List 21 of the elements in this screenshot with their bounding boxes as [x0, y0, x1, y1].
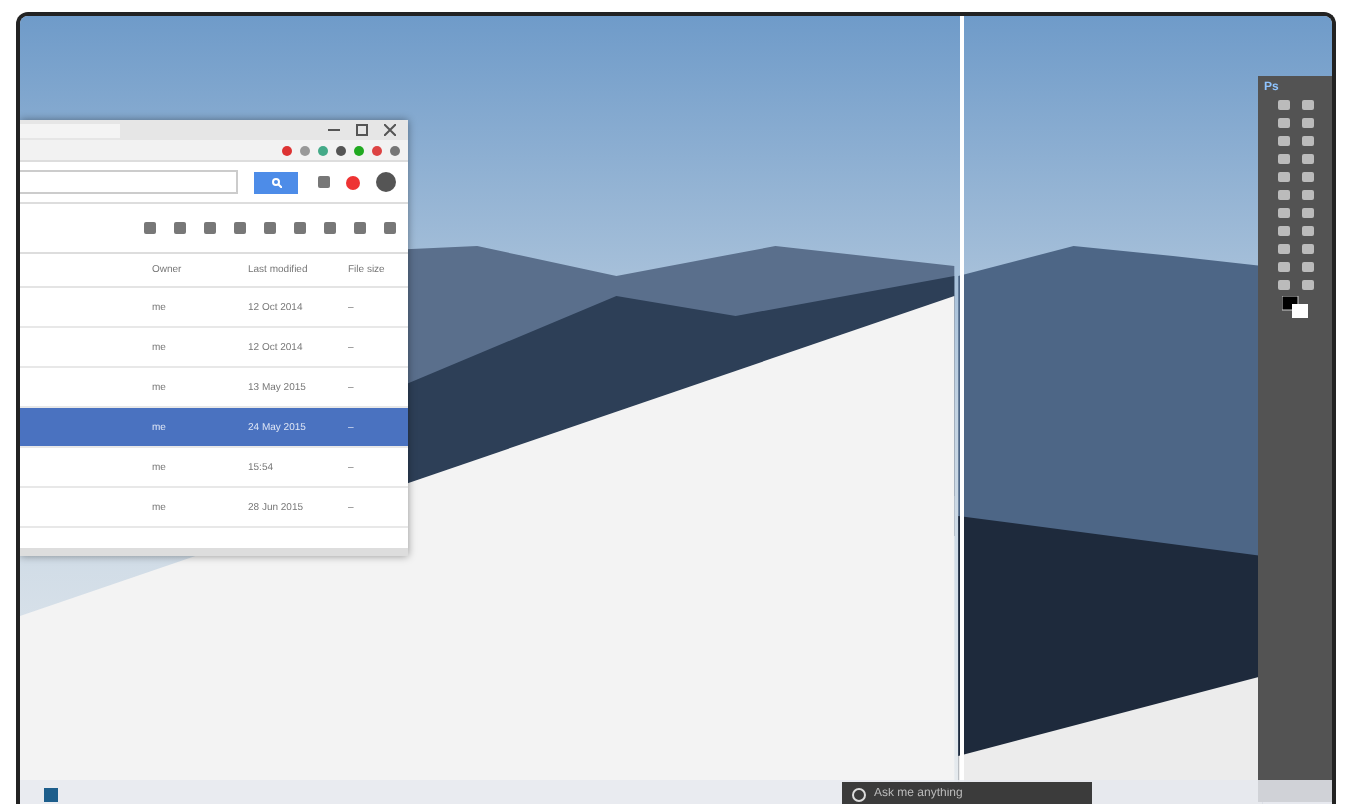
avatar-icon[interactable]: [376, 172, 396, 192]
toolbar-icon[interactable]: [384, 222, 396, 234]
maximize-icon[interactable]: [356, 124, 368, 136]
toolbar-icon[interactable]: [174, 222, 186, 234]
search-field[interactable]: [20, 170, 238, 194]
search-icon: [271, 177, 281, 187]
toolbar-icon[interactable]: [144, 222, 156, 234]
toolbar-icon[interactable]: [324, 222, 336, 234]
toolbar-icon[interactable]: [264, 222, 276, 234]
toolbar-icon[interactable]: [204, 222, 216, 234]
search-button[interactable]: [254, 171, 298, 193]
minimize-icon[interactable]: [328, 124, 340, 136]
toolbar-icon[interactable]: [354, 222, 366, 234]
circle-icon: [852, 787, 866, 801]
toolbar-icon[interactable]: [294, 222, 306, 234]
scrollbar[interactable]: [20, 548, 408, 556]
start-icon[interactable]: [44, 787, 58, 801]
color-swatches-icon[interactable]: [1281, 296, 1309, 320]
toolbar-icon[interactable]: [234, 222, 246, 234]
notification-icon[interactable]: [346, 175, 360, 189]
close-icon[interactable]: [384, 124, 396, 136]
